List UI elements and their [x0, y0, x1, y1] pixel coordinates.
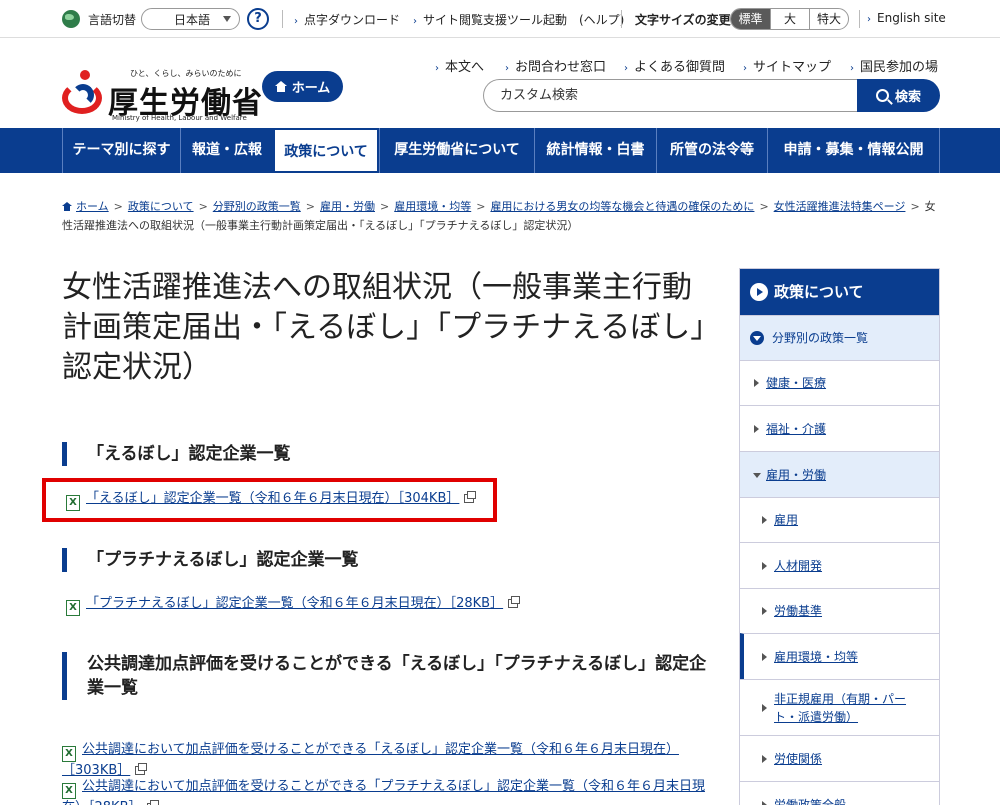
download-procurement-eruboshi: X 公共調達において加点評価を受けることができる「えるぼし」認定企業一覧（令和６年…	[62, 741, 707, 780]
breadcrumb-feature-page[interactable]: 女性活躍推進法特集ページ	[774, 200, 906, 213]
utility-bar: 言語切替 日本語 ? › 点字ダウンロード › サイト閲覧支援ツール起動 (ヘルプ)…	[0, 0, 1000, 38]
sidebar-subitem-hr-development[interactable]: 人材開発	[740, 542, 939, 588]
nav-about[interactable]: 厚生労働省について	[379, 128, 534, 173]
header-link-contact[interactable]: › お問合わせ窓口	[505, 56, 606, 75]
home-icon	[62, 202, 72, 211]
breadcrumb-policy[interactable]: 政策について	[128, 200, 194, 213]
download-procurement-platinum: X 公共調達において加点評価を受けることができる「プラチナえるぼし」認定企業一覧（…	[62, 778, 707, 805]
chevron-right-icon: ›	[867, 14, 871, 25]
highlight-box	[42, 478, 497, 522]
section-heading-eruboshi: 「えるぼし」認定企業一覧	[62, 442, 291, 466]
nav-statistics[interactable]: 統計情報・白書	[534, 128, 656, 173]
font-size-large[interactable]: 大	[770, 9, 809, 29]
sidebar-item-welfare[interactable]: 福祉・介護	[740, 405, 939, 451]
breadcrumb-policy-list[interactable]: 分野別の政策一覧	[213, 200, 301, 213]
braille-download-link[interactable]: › 点字ダウンロード	[294, 11, 400, 28]
chevron-right-icon	[762, 754, 767, 763]
search-button[interactable]: 検索	[857, 79, 940, 112]
new-window-icon	[135, 763, 148, 775]
sidebar-subitem-labor-relations[interactable]: 労使関係	[740, 735, 939, 781]
chevron-circle-down-icon	[750, 331, 764, 345]
font-size-switcher: 標準 大 特大	[730, 8, 849, 30]
sidebar-item-employment[interactable]: 雇用・労働	[740, 451, 939, 497]
chevron-right-icon	[754, 379, 759, 387]
sidebar-header[interactable]: 政策について	[740, 269, 939, 315]
global-nav: テーマ別に探す 報道・広報 政策について 厚生労働省について 統計情報・白書 所…	[0, 128, 1000, 173]
chevron-right-icon: ›	[294, 16, 298, 27]
header-link-participation[interactable]: › 国民参加の場	[850, 56, 938, 75]
chevron-down-icon	[223, 16, 231, 22]
reading-support-link[interactable]: › サイト閲覧支援ツール起動 (ヘルプ)	[413, 11, 624, 28]
download-platinum: X 「プラチナえるぼし」認定企業一覧（令和６年６月末日現在）［28KB］	[66, 595, 711, 616]
sidebar-subitem-labor-policy[interactable]: 労働政策全般	[740, 781, 939, 805]
chevron-right-icon	[762, 703, 767, 712]
logo-english: Ministry of Health, Labour and Welfare	[112, 114, 247, 122]
divider	[621, 10, 622, 28]
chevron-circle-right-icon	[750, 283, 768, 301]
divider	[282, 10, 283, 28]
font-size-standard[interactable]: 標準	[731, 9, 770, 29]
breadcrumb-employment[interactable]: 雇用・労働	[320, 200, 375, 213]
nav-press[interactable]: 報道・広報	[180, 128, 273, 173]
chevron-down-icon	[753, 472, 761, 478]
globe-icon	[62, 10, 80, 28]
sidebar-section-policy-list[interactable]: 分野別の政策一覧	[740, 315, 939, 360]
sidebar-subitem-labor-standards[interactable]: 労働基準	[740, 588, 939, 633]
search-input[interactable]: カスタム検索	[483, 79, 858, 112]
sidebar-item-health[interactable]: 健康・医療	[740, 360, 939, 405]
chevron-right-icon	[754, 424, 759, 433]
help-icon[interactable]: ?	[247, 8, 269, 30]
font-size-xlarge[interactable]: 特大	[809, 9, 848, 29]
nav-applications[interactable]: 申請・募集・情報公開	[767, 128, 940, 173]
procurement-eruboshi-link[interactable]: 公共調達において加点評価を受けることができる「えるぼし」認定企業一覧（令和６年６…	[62, 742, 679, 778]
excel-file-icon: X	[62, 746, 76, 762]
excel-file-icon: X	[62, 783, 76, 799]
font-size-label: 文字サイズの変更	[635, 13, 731, 27]
chevron-right-icon	[762, 800, 767, 805]
header-link-faq[interactable]: › よくある御質問	[624, 56, 725, 75]
sidebar-subitem-equality[interactable]: 雇用環境・均等	[740, 633, 939, 679]
breadcrumb-equality[interactable]: 雇用環境・均等	[394, 200, 471, 213]
sidebar: 政策について 分野別の政策一覧 健康・医療 福祉・介護 雇用・労働 雇用 人材開…	[739, 268, 940, 805]
home-icon	[274, 81, 287, 92]
sidebar-subitem-employment[interactable]: 雇用	[740, 497, 939, 542]
english-site-link[interactable]: › English site	[867, 11, 946, 25]
chevron-right-icon	[762, 652, 767, 661]
nav-laws[interactable]: 所管の法令等	[656, 128, 767, 173]
sidebar-subitem-nonregular[interactable]: 非正規雇用（有期・パート・派遣労働）	[740, 679, 939, 735]
search-icon	[875, 89, 889, 102]
chevron-right-icon	[762, 607, 767, 615]
section-heading-platinum: 「プラチナえるぼし」認定企業一覧	[62, 548, 359, 572]
home-button[interactable]: ホーム	[262, 71, 343, 102]
chevron-right-icon	[762, 516, 767, 524]
page-title: 女性活躍推進法への取組状況（一般事業主行動計画策定届出・「えるぼし」「プラチナえ…	[62, 270, 706, 385]
header-link-main-content[interactable]: › 本文へ	[435, 56, 484, 75]
chevron-right-icon: ›	[413, 16, 417, 27]
platinum-list-link[interactable]: 「プラチナえるぼし」認定企業一覧（令和６年６月末日現在）［28KB］	[86, 596, 503, 611]
nav-themes[interactable]: テーマ別に探す	[62, 128, 180, 173]
breadcrumb-gender-equality[interactable]: 雇用における男女の均等な機会と待遇の確保のために	[490, 200, 754, 213]
language-select[interactable]: 日本語	[141, 8, 240, 30]
breadcrumb: ホーム > 政策について > 分野別の政策一覧 > 雇用・労働 > 雇用環境・均等 > 雇用における…	[62, 200, 936, 232]
excel-file-icon: X	[66, 600, 80, 616]
chevron-right-icon	[762, 561, 767, 570]
nav-policy[interactable]: 政策について	[273, 128, 379, 173]
new-window-icon	[508, 596, 521, 608]
section-heading-procurement: 公共調達加点評価を受けることができる「えるぼし」「プラチナえるぼし」認定企業一覧	[62, 652, 712, 700]
breadcrumb-home[interactable]: ホーム	[76, 200, 109, 213]
language-label: 言語切替	[88, 13, 137, 27]
divider	[859, 10, 860, 28]
header-link-sitemap[interactable]: › サイトマップ	[743, 56, 831, 75]
mhlw-logo-icon[interactable]	[62, 70, 106, 114]
